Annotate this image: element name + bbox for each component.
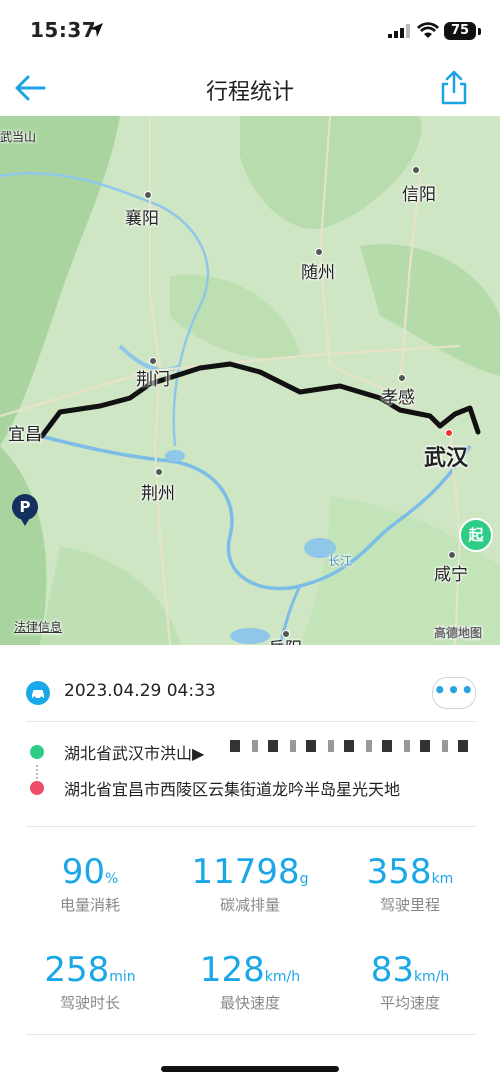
address-connector	[36, 765, 40, 779]
route-map[interactable]: 武当山 襄阳 信阳 随州 荆门 孝感 宜昌 武汉 荆州 咸宁 长江 岳阳 起 P…	[0, 116, 500, 645]
stat-carbon-reduction: 11798g 碳减排量	[170, 852, 330, 915]
city-dot	[144, 191, 152, 199]
end-address: 湖北省宜昌市西陵区云集街道龙吟半岛星光天地	[64, 780, 401, 799]
stat-unit: %	[104, 871, 119, 887]
legal-info-link[interactable]: 法律信息	[14, 618, 62, 635]
start-marker[interactable]: 起	[459, 518, 493, 552]
stat-label: 驾驶时长	[59, 994, 120, 1012]
stat-value: 258	[44, 950, 110, 990]
redacted-address	[230, 740, 480, 752]
stat-value: 83	[370, 950, 414, 990]
city-dot	[398, 374, 406, 382]
map-label-yichang: 宜昌	[8, 425, 42, 445]
map-label-xianning: 咸宁	[434, 565, 468, 585]
end-marker-tip	[19, 516, 31, 526]
car-icon	[26, 681, 50, 705]
page-title: 行程统计	[205, 80, 294, 105]
location-arrow-icon	[89, 23, 103, 37]
stat-battery-usage: 90% 电量消耗	[10, 852, 170, 915]
map-label-yueyang: 岳阳	[268, 634, 302, 645]
city-dot	[155, 468, 163, 476]
map-label-xinyang: 信阳	[402, 185, 436, 205]
stat-label: 电量消耗	[59, 896, 120, 914]
stat-unit: min	[109, 969, 136, 985]
map-label-wuhan: 武汉	[424, 446, 469, 471]
end-address-dot	[30, 781, 44, 795]
stat-unit: km	[431, 871, 454, 887]
stat-label: 碳减排量	[219, 896, 280, 914]
stat-label: 平均速度	[379, 994, 440, 1012]
map-label-xiaogan: 孝感	[381, 388, 415, 408]
stat-average-speed: 83km/h 平均速度	[330, 950, 490, 1013]
divider	[26, 826, 476, 827]
stat-value: 11798	[191, 852, 300, 892]
wifi-icon	[417, 22, 439, 38]
amap-logo: 高德地图	[434, 626, 483, 640]
stat-label: 最快速度	[219, 994, 280, 1012]
map-label-jingmen: 荆门	[136, 370, 170, 390]
trip-datetime: 2023.04.29 04:33	[64, 681, 216, 701]
city-dot	[445, 429, 453, 437]
status-bar: 15:37 75	[0, 0, 500, 62]
share-icon[interactable]	[438, 70, 470, 106]
map-label-suizhou: 随州	[301, 263, 335, 283]
city-dot	[315, 248, 323, 256]
stat-unit: km/h	[413, 969, 450, 985]
map-label-changjiang: 长江	[328, 554, 353, 568]
city-dot	[448, 551, 456, 559]
home-indicator[interactable]	[161, 1066, 339, 1072]
divider	[26, 1034, 476, 1035]
battery-icon: 75	[444, 22, 476, 40]
stat-value: 90	[61, 852, 105, 892]
stat-label: 驾驶里程	[379, 896, 440, 914]
stat-driving-duration: 258min 驾驶时长	[10, 950, 170, 1013]
stat-unit: km/h	[264, 969, 301, 985]
city-dot	[412, 166, 420, 174]
more-options-button[interactable]: •••	[432, 677, 476, 709]
battery-tip	[478, 28, 481, 35]
trip-date-row: 2023.04.29 04:33 •••	[26, 677, 476, 711]
stat-driving-distance: 358km 驾驶里程	[330, 852, 490, 915]
start-address-dot	[30, 745, 44, 759]
start-address: 湖北省武汉市洪山▶	[64, 744, 205, 763]
divider	[26, 721, 476, 722]
nav-bar: 行程统计	[0, 62, 500, 116]
stat-value: 358	[366, 852, 432, 892]
cellular-signal-icon	[388, 24, 410, 38]
map-label-wudangshan: 武当山	[0, 130, 37, 144]
stat-unit: g	[299, 871, 309, 887]
status-time: 15:37	[30, 18, 97, 42]
map-label-jingzhou: 荆州	[141, 484, 175, 504]
city-dot	[149, 357, 157, 365]
stat-value: 128	[199, 950, 265, 990]
map-label-xiangyang: 襄阳	[125, 209, 159, 229]
stat-top-speed: 128km/h 最快速度	[170, 950, 330, 1013]
